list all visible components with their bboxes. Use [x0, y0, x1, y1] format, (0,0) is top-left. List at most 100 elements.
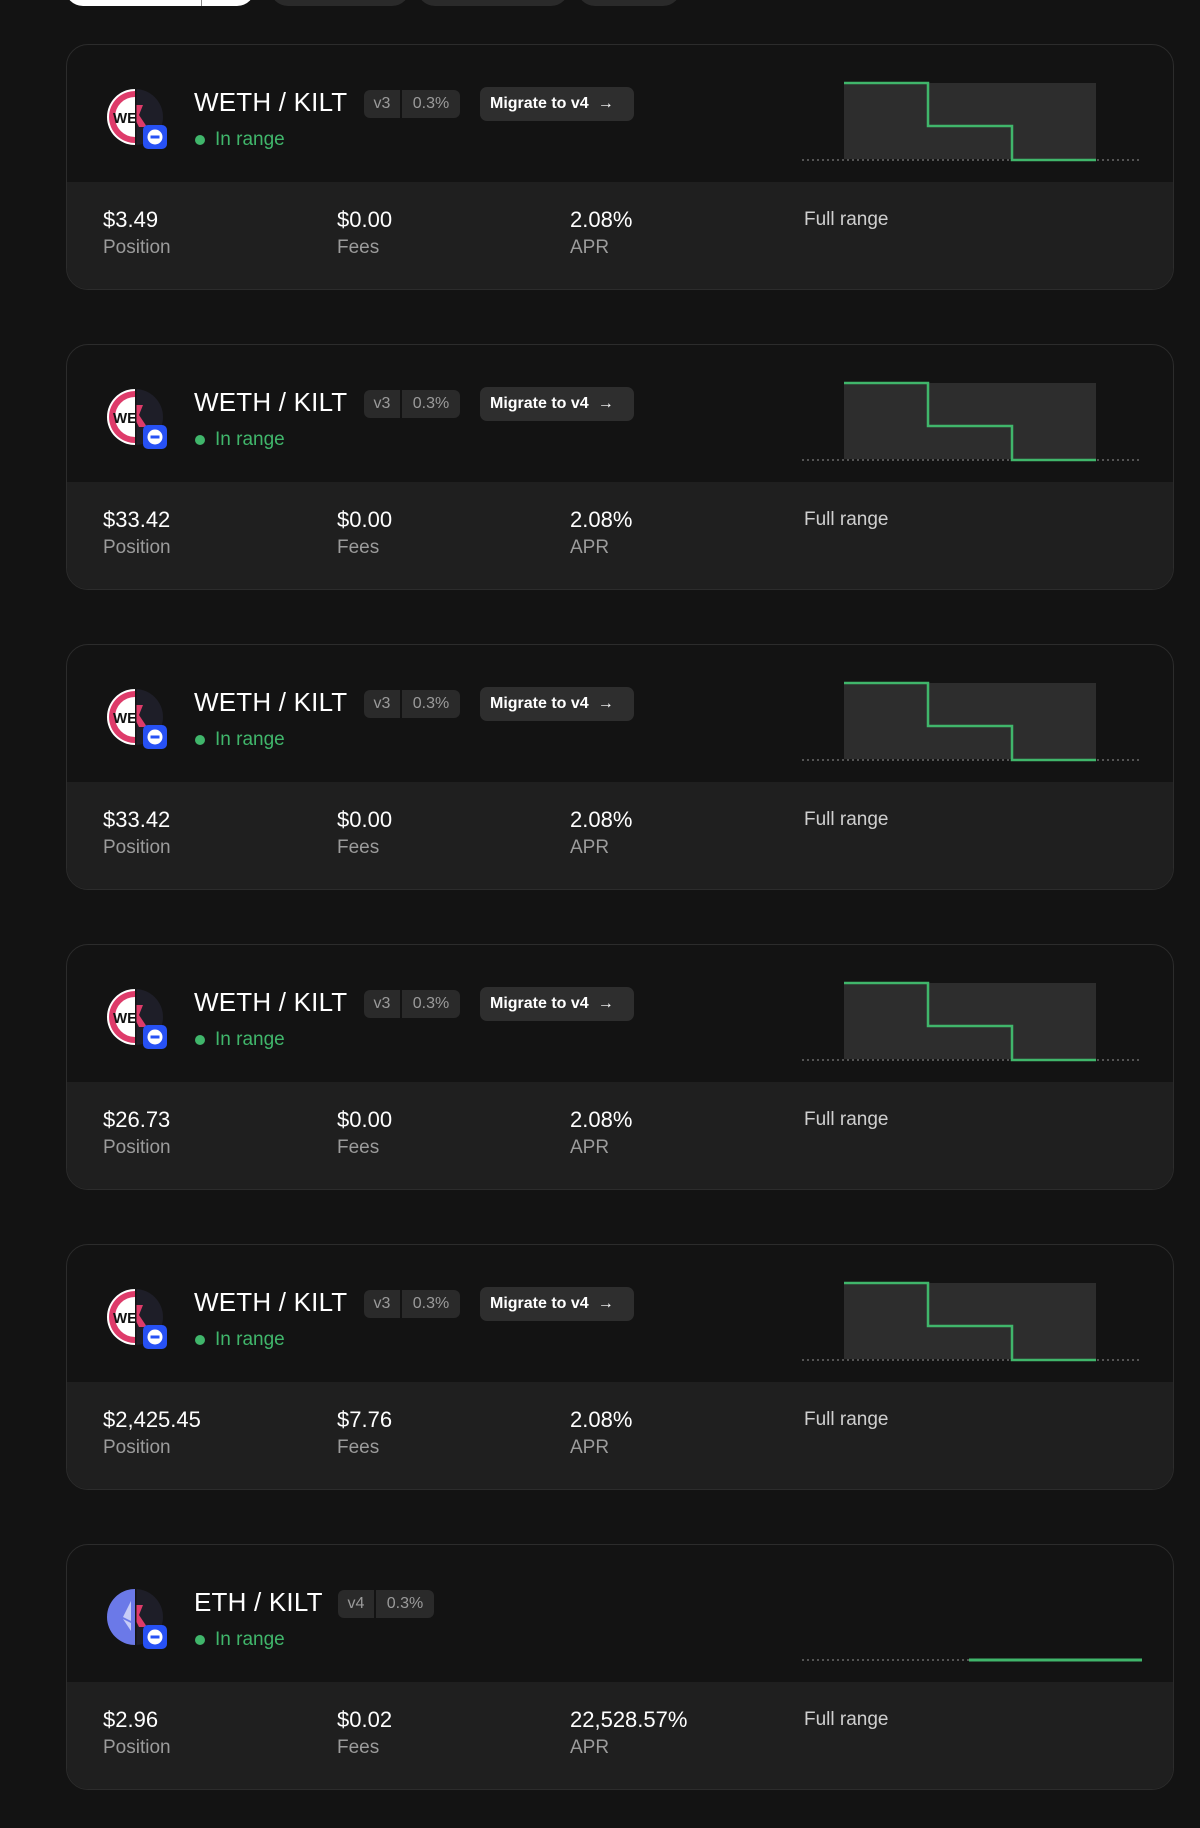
version-badge: v3 — [364, 390, 402, 418]
pair-title: WETH / KILT — [194, 687, 348, 717]
position-value-stat: $3.49 Position — [103, 207, 171, 259]
apr-value: 22,528.57% — [570, 1707, 688, 1732]
position-card[interactable]: WE WETH / KILT v3 0.3% Migrate to v4 → In rang… — [66, 344, 1174, 590]
migrate-to-v4-button[interactable]: Migrate to v4 → — [480, 387, 634, 421]
position-value: $26.73 — [103, 1107, 171, 1132]
position-label: Position — [103, 1437, 171, 1458]
pair-title: WETH / KILT — [194, 87, 348, 117]
fees-label: Fees — [337, 1737, 380, 1758]
apr-value: 2.08% — [570, 807, 633, 832]
position-card[interactable]: WE WETH / KILT v3 0.3% Migrate to v4 → In rang… — [66, 44, 1174, 290]
migrate-to-v4-button[interactable]: Migrate to v4 → — [480, 1287, 634, 1321]
apr-label: APR — [570, 837, 610, 858]
position-label: Position — [103, 537, 171, 558]
position-card[interactable]: WE WETH / KILT v3 0.3% Migrate to v4 → In rang… — [66, 944, 1174, 1190]
filter-tab[interactable] — [577, 0, 681, 6]
position-card[interactable]: WE WETH / KILT v3 0.3% Migrate to v4 → In rang… — [66, 644, 1174, 890]
fee-tier-badge: 0.3% — [402, 990, 460, 1018]
arrow-right-icon: → — [597, 1295, 614, 1312]
fee-tier-badge: 0.3% — [402, 90, 460, 118]
fees-value: $0.00 — [337, 807, 393, 832]
fees-stat: $0.00 Fees — [337, 507, 392, 559]
position-value: $33.42 — [103, 807, 171, 832]
fees-label: Fees — [337, 837, 380, 858]
version-fee-badge: v3 0.3% — [364, 390, 460, 418]
price-range-chart — [802, 79, 1142, 174]
position-label: Position — [103, 1737, 171, 1758]
status-indicator: In range — [195, 129, 285, 151]
migrate-label: Migrate to v4 — [490, 995, 589, 1012]
fee-tier-badge: 0.3% — [402, 1290, 460, 1318]
fees-label: Fees — [337, 1137, 380, 1158]
filter-tab[interactable] — [417, 0, 569, 6]
position-card-header: WE WETH / KILT v3 0.3% Migrate to v4 → In rang… — [67, 945, 1173, 1082]
status-dot-icon — [195, 735, 205, 745]
status-label: In range — [215, 1329, 285, 1350]
range-label: Full range — [804, 1109, 889, 1130]
svg-text:WE: WE — [113, 410, 137, 427]
apr-value: 2.08% — [570, 507, 633, 532]
apr-value: 2.08% — [570, 1407, 633, 1432]
fees-label: Fees — [337, 537, 380, 558]
fees-value: $7.76 — [337, 1407, 393, 1432]
arrow-right-icon: → — [597, 695, 614, 712]
version-badge: v3 — [364, 1290, 402, 1318]
apr-label: APR — [570, 1737, 610, 1758]
filter-tab[interactable] — [270, 0, 410, 6]
apr-stat: 2.08% APR — [570, 807, 632, 859]
position-label: Position — [103, 237, 171, 258]
range-label: Full range — [804, 509, 889, 530]
range-label: Full range — [804, 1709, 889, 1730]
apr-stat: 2.08% APR — [570, 1407, 632, 1459]
pair-title: ETH / KILT — [194, 1587, 323, 1617]
position-value-stat: $2,425.45 Position — [103, 1407, 201, 1459]
status-dot-icon — [195, 1035, 205, 1045]
migrate-label: Migrate to v4 — [490, 395, 589, 412]
version-fee-badge: v3 0.3% — [364, 1290, 460, 1318]
status-label: In range — [215, 429, 285, 450]
filter-tabs — [65, 0, 765, 8]
status-dot-icon — [195, 135, 205, 145]
fees-stat: $0.00 Fees — [337, 1107, 392, 1159]
position-card-header: WE WETH / KILT v3 0.3% Migrate to v4 → In rang… — [67, 45, 1173, 182]
migrate-to-v4-button[interactable]: Migrate to v4 → — [480, 87, 634, 121]
version-badge: v3 — [364, 990, 402, 1018]
price-range-chart — [802, 679, 1142, 774]
position-card-stats: $3.49 Position $0.00 Fees 2.08% APR Full range — [67, 182, 1173, 289]
fees-stat: $7.76 Fees — [337, 1407, 392, 1459]
status-label: In range — [215, 129, 285, 150]
pair-title: WETH / KILT — [194, 987, 348, 1017]
fees-value: $0.00 — [337, 1107, 393, 1132]
status-label: In range — [215, 1629, 285, 1650]
position-value-stat: $26.73 Position — [103, 1107, 171, 1159]
position-label: Position — [103, 1137, 171, 1158]
price-range-chart — [802, 1579, 1142, 1674]
version-fee-badge: v3 0.3% — [364, 90, 460, 118]
status-dot-icon — [195, 1635, 205, 1645]
migrate-to-v4-button[interactable]: Migrate to v4 → — [480, 687, 634, 721]
position-card-stats: $2,425.45 Position $7.76 Fees 2.08% APR Full r… — [67, 1382, 1173, 1489]
position-card[interactable]: ETH / KILT v4 0.3% In range $2.96 Position $0.… — [66, 1544, 1174, 1790]
position-value: $2.96 — [103, 1707, 159, 1732]
filter-tab-active[interactable] — [65, 0, 255, 6]
fee-tier-badge: 0.3% — [402, 390, 460, 418]
status-indicator: In range — [195, 1329, 285, 1351]
weth-kilt-pair-icon: WE — [103, 685, 167, 749]
position-value: $33.42 — [103, 507, 171, 532]
status-label: In range — [215, 729, 285, 750]
position-card-stats: $33.42 Position $0.00 Fees 2.08% APR Full rang… — [67, 782, 1173, 889]
position-value-stat: $33.42 Position — [103, 807, 171, 859]
weth-kilt-pair-icon: WE — [103, 385, 167, 449]
position-label: Position — [103, 837, 171, 858]
svg-text:WE: WE — [113, 710, 137, 727]
apr-stat: 2.08% APR — [570, 207, 632, 259]
migrate-to-v4-button[interactable]: Migrate to v4 → — [480, 987, 634, 1021]
position-card[interactable]: WE WETH / KILT v3 0.3% Migrate to v4 → In rang… — [66, 1244, 1174, 1490]
position-card-stats: $26.73 Position $0.00 Fees 2.08% APR Full rang… — [67, 1082, 1173, 1189]
apr-value: 2.08% — [570, 207, 633, 232]
fee-tier-badge: 0.3% — [402, 690, 460, 718]
apr-label: APR — [570, 1137, 610, 1158]
svg-text:WE: WE — [113, 1010, 137, 1027]
fees-stat: $0.00 Fees — [337, 807, 392, 859]
pair-title: WETH / KILT — [194, 1287, 348, 1317]
